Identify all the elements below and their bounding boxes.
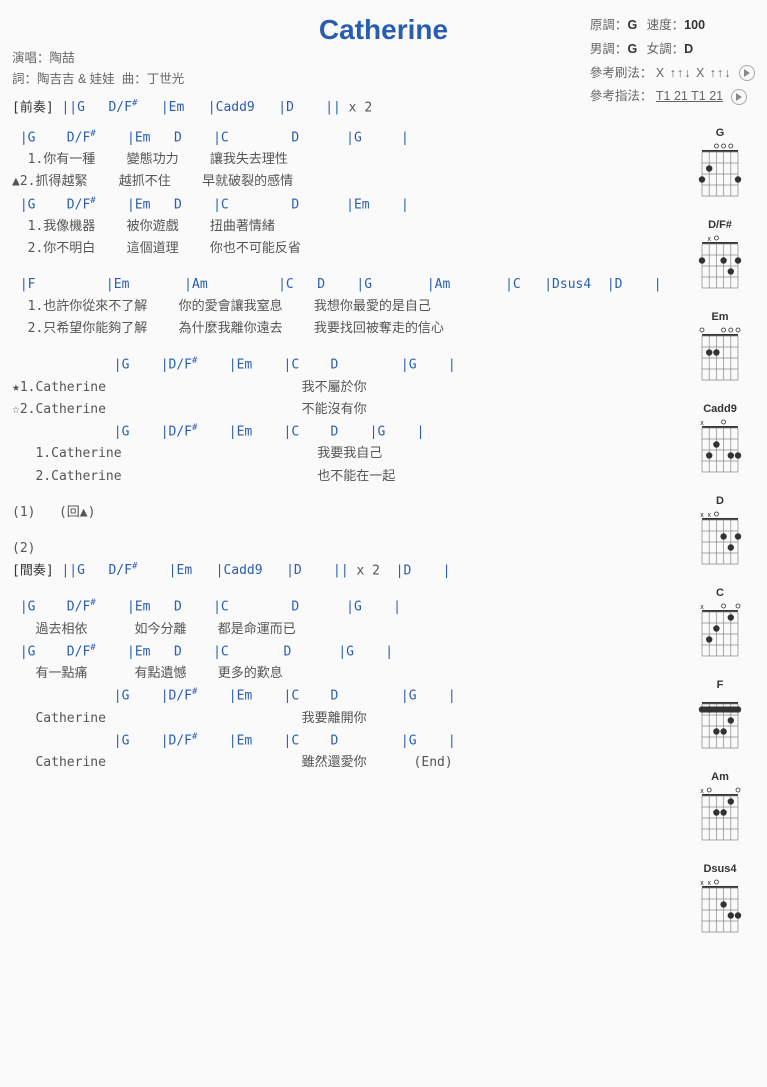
svg-text:x: x (700, 880, 704, 887)
chord-name: Em (685, 311, 755, 323)
chord-name: Dsus4 (685, 863, 755, 875)
lyrics-column: |G D/F# |Em D |C D |G | 1.你有一種 變態功力 讓我失去… (12, 127, 671, 955)
chord-diagram-d: Dxx (685, 495, 755, 569)
verse-2: |G D/F# |Em D |C D |G | 過去相依 如今分離 都是命運而已… (12, 596, 671, 774)
chord-line: |G D/F# |Em D |C D |G | (12, 641, 671, 663)
chord-name: D/F# (685, 219, 755, 231)
lyric-line: ★1.Catherine 我不屬於你 (12, 377, 671, 399)
lyric-line: 1.Catherine 我要我自己 (12, 443, 671, 465)
male-key-label: 男調： (590, 42, 628, 56)
bridge: |F |Em |Am |C D |G |Am |C |Dsus4 |D | 1.… (12, 274, 671, 340)
svg-text:x: x (700, 604, 704, 611)
orig-key-label: 原調： (590, 18, 628, 32)
chord-diagram-cadd9: Cadd9 x (685, 403, 755, 477)
chord-grid: x (696, 418, 744, 474)
singer-label: 演唱： (12, 51, 50, 65)
chord-line: |G |D/F# |Em |C D |G | (12, 354, 671, 376)
chord-diagram-c: Cx (685, 587, 755, 661)
finger-pattern: T1 21 T1 21 (656, 89, 723, 103)
svg-text:x: x (707, 512, 711, 519)
orig-key: G (627, 18, 637, 32)
singer: 陶喆 (50, 51, 75, 65)
chord-grid (696, 142, 744, 198)
chorus: |G |D/F# |Em |C D |G | ★1.Catherine 我不屬於… (12, 354, 671, 487)
chord-name: Cadd9 (685, 403, 755, 415)
lyric-line: 2.Catherine 也不能在一起 (12, 466, 671, 488)
chord-diagram-am: Am x (685, 771, 755, 845)
chord-diagrams-column: GD/F#xEmCadd9xDxxCxFAmxDsus4xx (685, 127, 755, 955)
female-key-label: 女調： (647, 42, 685, 56)
chord-line: |F |Em |Am |C D |G |Am |C |Dsus4 |D | (12, 274, 671, 296)
chord-diagram-f: F (685, 679, 755, 753)
chord-name: D (685, 495, 755, 507)
chord-line: |G D/F# |Em D |C D |G | (12, 127, 671, 149)
lyric-line: 2.你不明白 這個道理 你也不可能反省 (12, 238, 671, 260)
interlude-line: [間奏] ||G D/F# |Em |Cadd9 |D || x 2 |D | (12, 560, 671, 582)
lyricist: 陶吉吉 & 娃娃 (37, 72, 115, 86)
lyric-line: Catherine 雖然還愛你 (End) (12, 752, 671, 774)
verse-1: |G D/F# |Em D |C D |G | 1.你有一種 變態功力 讓我失去… (12, 127, 671, 260)
meta-right: 原調：G 速度：100 男調：G 女調：D 參考刷法： X ↑↑↓ X ↑↑↓ … (590, 14, 755, 109)
strum-pattern: X ↑↑↓ X ↑↑↓ (656, 66, 732, 80)
lyric-line: Catherine 我要離開你 (12, 708, 671, 730)
chord-diagram-g: G (685, 127, 755, 201)
chord-grid: x (696, 602, 744, 658)
svg-text:x: x (700, 512, 704, 519)
lyric-line: 1.你有一種 變態功力 讓我失去理性 (12, 149, 671, 171)
chord-diagram-dsus4: Dsus4 xx (685, 863, 755, 937)
male-key: G (627, 42, 637, 56)
lyric-line: ▲2.抓得越緊 越抓不住 早就破裂的感情 (12, 171, 671, 193)
chord-diagram-df: D/F# x (685, 219, 755, 293)
svg-text:x: x (707, 880, 711, 887)
chord-grid (696, 694, 744, 750)
chord-grid: x (696, 234, 744, 290)
repeat-1: (1) (回▲) (12, 502, 671, 524)
chord-name: C (685, 587, 755, 599)
chord-name: F (685, 679, 755, 691)
chord-diagram-em: Em (685, 311, 755, 385)
chord-line: |G D/F# |Em D |C D |G | (12, 596, 671, 618)
chord-grid: x (696, 786, 744, 842)
chord-name: G (685, 127, 755, 139)
lyric-line: 2.只希望你能夠了解 為什麼我離你遠去 我要找回被奪走的信心 (12, 318, 671, 340)
chord-line: |G |D/F# |Em |C D |G | (12, 730, 671, 752)
tempo: 100 (684, 18, 705, 32)
chord-grid: xx (696, 510, 744, 566)
strum-label: 參考刷法： (590, 66, 653, 80)
repeat-2: (2) (12, 538, 671, 560)
lyric-line: 1.也許你從來不了解 你的愛會讓我窒息 我想你最愛的是自己 (12, 296, 671, 318)
lyric-line: 1.我像機器 被你遊戲 扭曲著情緒 (12, 216, 671, 238)
svg-text:x: x (700, 420, 704, 427)
chord-line: |G |D/F# |Em |C D |G | (12, 685, 671, 707)
female-key: D (684, 42, 693, 56)
play-finger-button[interactable] (731, 89, 747, 105)
finger-label: 參考指法： (590, 89, 653, 103)
chord-grid: xx (696, 878, 744, 934)
header: 原調：G 速度：100 男調：G 女調：D 參考刷法： X ↑↑↓ X ↑↑↓ … (12, 14, 755, 91)
lyric-line: 過去相依 如今分離 都是命運而已 (12, 619, 671, 641)
chord-name: Am (685, 771, 755, 783)
svg-text:x: x (707, 236, 711, 243)
play-strum-button[interactable] (739, 65, 755, 81)
composer-label: 曲： (122, 72, 147, 86)
lyric-line: 有一點痛 有點遺憾 更多的歎息 (12, 663, 671, 685)
composer: 丁世光 (147, 72, 185, 86)
lyricist-label: 詞： (12, 72, 37, 86)
chord-grid (696, 326, 744, 382)
lyric-line: ☆2.Catherine 不能沒有你 (12, 399, 671, 421)
svg-text:x: x (700, 788, 704, 795)
chord-line: |G |D/F# |Em |C D |G | (12, 421, 671, 443)
tempo-label: 速度： (647, 18, 685, 32)
chord-line: |G D/F# |Em D |C D |Em | (12, 194, 671, 216)
